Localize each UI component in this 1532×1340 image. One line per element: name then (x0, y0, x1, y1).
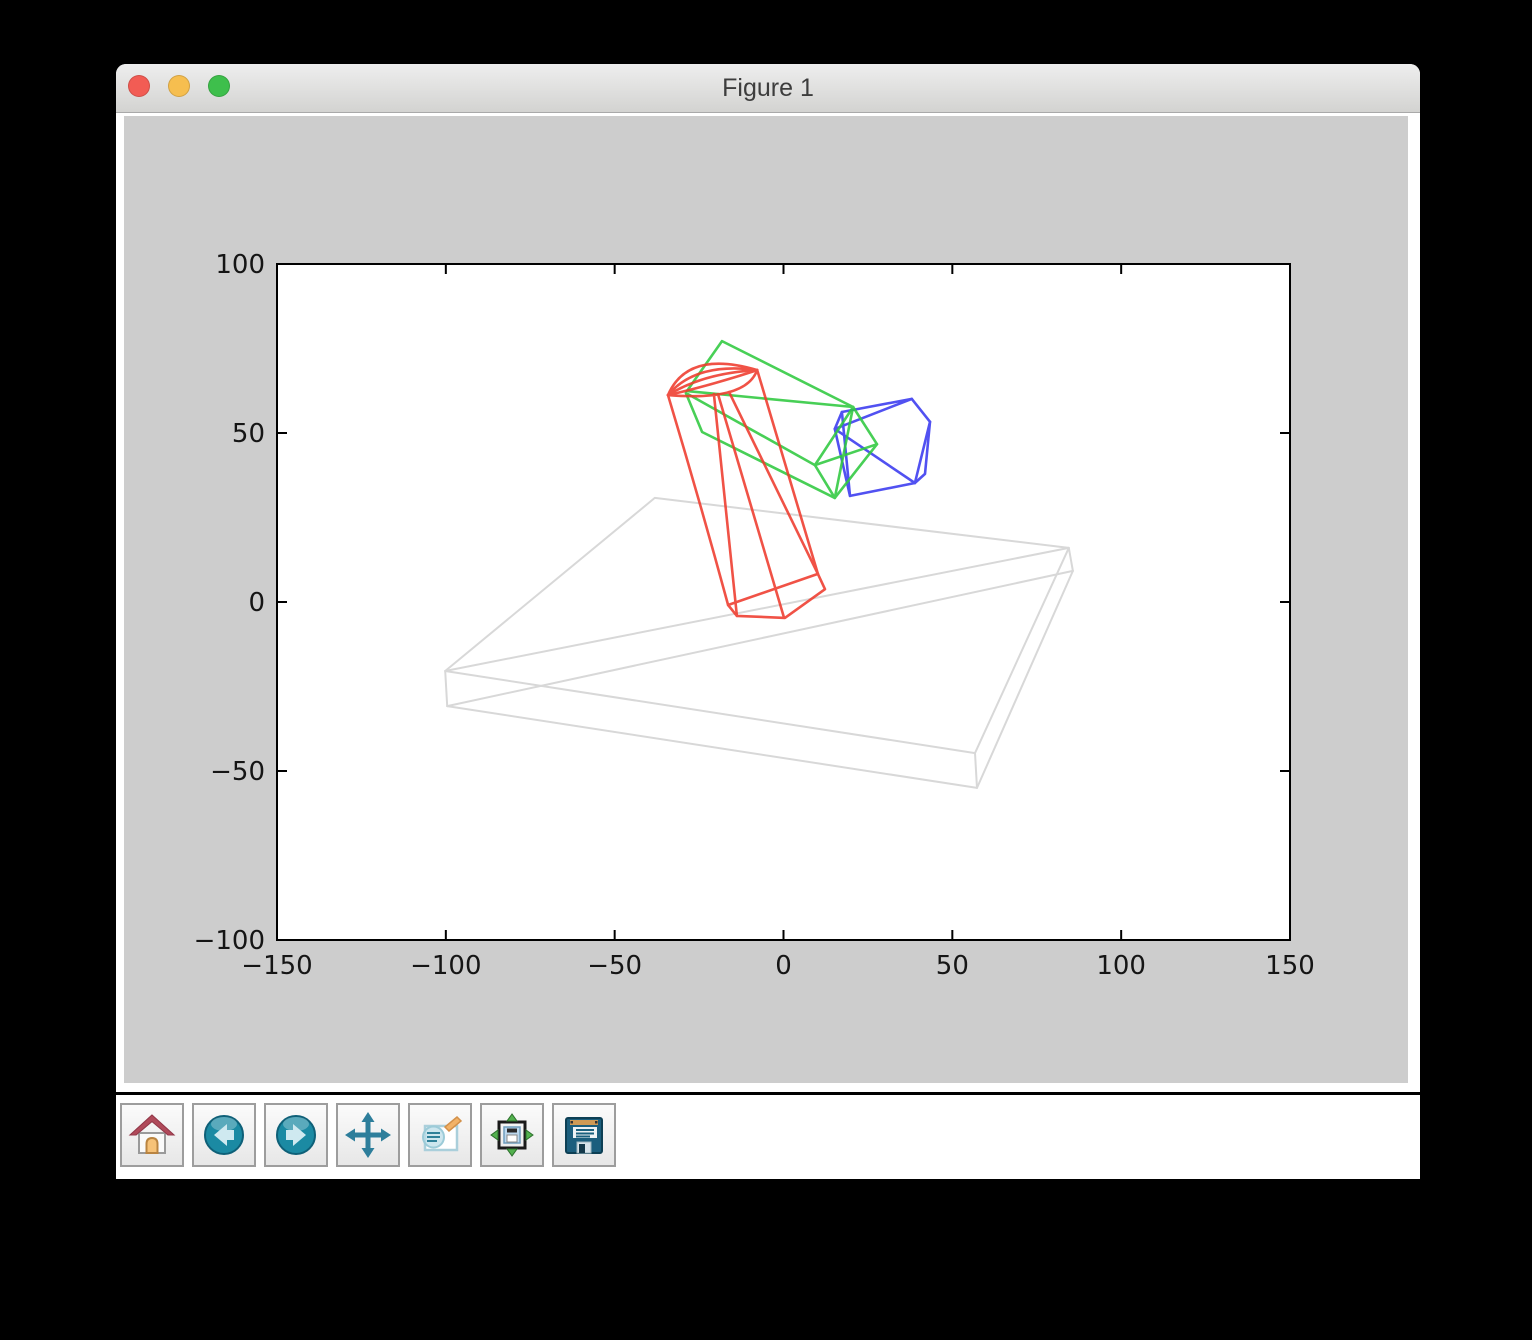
window-title: Figure 1 (116, 64, 1420, 112)
plot-canvas[interactable]: −150−100−50050100150−100−50050100 (124, 116, 1408, 1083)
x-tick-label: 50 (936, 951, 969, 981)
toolbar-subplots-button[interactable] (480, 1103, 544, 1167)
home-icon (128, 1111, 176, 1159)
y-tick-label: −100 (194, 926, 265, 956)
save-icon (560, 1111, 608, 1159)
zoom-rect-icon (416, 1111, 464, 1159)
y-tick-label: −50 (210, 757, 265, 787)
y-tick-label: 100 (215, 250, 265, 280)
x-tick-label: 0 (775, 951, 792, 981)
toolbar-window (116, 1095, 1420, 1179)
forward-arrow-icon (272, 1111, 320, 1159)
figure-window: Figure 1 −150−100−50050100150−100−500501… (116, 64, 1420, 1092)
x-tick-label: 100 (1096, 951, 1146, 981)
back-arrow-icon (200, 1111, 248, 1159)
toolbar-forward-button[interactable] (264, 1103, 328, 1167)
title-bar[interactable]: Figure 1 (116, 64, 1420, 113)
toolbar-back-button[interactable] (192, 1103, 256, 1167)
x-tick-label: −100 (410, 951, 481, 981)
y-tick-label: 50 (232, 419, 265, 449)
x-tick-label: 150 (1265, 951, 1315, 981)
y-tick-label: 0 (248, 588, 265, 618)
toolbar-home-button[interactable] (120, 1103, 184, 1167)
axes-background (277, 264, 1290, 940)
figure-area: −150−100−50050100150−100−50050100 (124, 116, 1408, 1083)
x-tick-label: −50 (587, 951, 642, 981)
toolbar-zoom-button[interactable] (408, 1103, 472, 1167)
figure-content: −150−100−50050100150−100−50050100 (116, 113, 1420, 1092)
toolbar-save-button[interactable] (552, 1103, 616, 1167)
toolbar-pan-button[interactable] (336, 1103, 400, 1167)
subplots-icon (488, 1111, 536, 1159)
toolbar (120, 1103, 616, 1167)
pan-arrows-icon (344, 1111, 392, 1159)
